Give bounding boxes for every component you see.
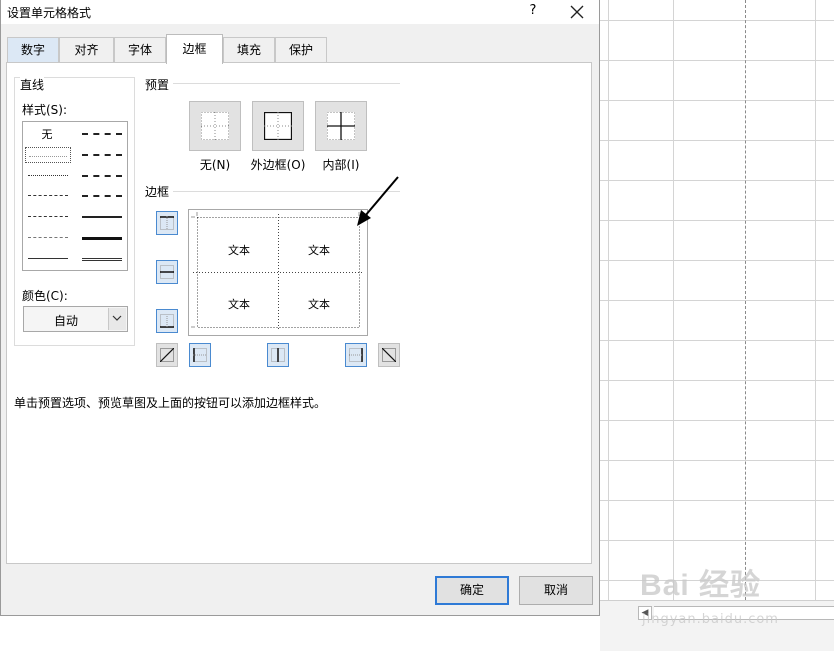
grid-row-line <box>600 100 834 101</box>
watermark-logo: Bai 经验 <box>640 569 762 602</box>
tab-number[interactable]: 数字 <box>7 37 59 63</box>
tab-fill[interactable]: 填充 <box>223 37 275 63</box>
style-option[interactable] <box>79 187 125 203</box>
border-middle-vertical-icon <box>271 348 285 362</box>
style-none-option[interactable]: 无 <box>23 126 71 142</box>
grid-column-line <box>673 0 674 600</box>
style-option[interactable] <box>79 208 125 224</box>
preset-inside-label: 内部(I) <box>322 158 360 172</box>
color-value: 自动 <box>53 314 78 328</box>
style-option[interactable] <box>25 167 71 183</box>
border-diagonal-up-icon <box>160 348 174 362</box>
preview-cell-text: 文本 <box>308 298 330 311</box>
grid-row-line <box>600 420 834 421</box>
color-dropdown[interactable]: 自动 <box>23 306 128 332</box>
border-outline-icon <box>263 111 293 141</box>
border-right-icon <box>349 348 363 362</box>
style-option[interactable] <box>25 187 71 203</box>
border-diagonal-up-button[interactable] <box>156 343 178 367</box>
border-inside-icon <box>327 112 355 140</box>
arrow-annotation-icon <box>357 176 399 226</box>
grid-row-line <box>600 180 834 181</box>
close-icon <box>570 5 584 19</box>
cancel-button[interactable]: 取消 <box>519 576 593 605</box>
page-break-line <box>745 0 746 600</box>
grid-row-line <box>600 220 834 221</box>
border-middle-horizontal-icon <box>160 265 174 279</box>
border-none-icon <box>201 112 229 140</box>
preview-cell-text: 文本 <box>308 244 330 257</box>
border-right-button[interactable] <box>345 343 367 367</box>
help-button[interactable]: ? <box>523 2 543 22</box>
line-group-label: 直线 <box>20 76 45 93</box>
preview-cell-text: 文本 <box>228 298 250 311</box>
border-middle-horizontal-button[interactable] <box>156 260 178 284</box>
border-top-button[interactable] <box>156 211 178 235</box>
grid-column-line <box>815 0 816 600</box>
grid-row-line <box>600 140 834 141</box>
border-group-label: 边框 <box>145 183 174 200</box>
border-bottom-button[interactable] <box>156 309 178 333</box>
presets-divider <box>146 83 400 84</box>
border-left-button[interactable] <box>189 343 211 367</box>
border-top-icon <box>160 216 174 230</box>
grid-row-line <box>600 340 834 341</box>
style-option[interactable] <box>25 208 71 224</box>
style-option-selected[interactable] <box>25 147 71 163</box>
baidu-watermark: Bai 经验 jingyan.baidu.com <box>640 560 790 640</box>
dialog-title: 设置单元格格式 <box>7 6 92 20</box>
style-option[interactable] <box>79 167 125 183</box>
preview-grid <box>191 212 364 331</box>
preset-outline-button[interactable] <box>252 101 304 151</box>
border-middle-vertical-button[interactable] <box>267 343 289 367</box>
style-option[interactable] <box>79 125 125 141</box>
tab-protection[interactable]: 保护 <box>275 37 327 63</box>
style-option[interactable] <box>79 146 125 162</box>
format-cells-dialog: 设置单元格格式 ? 数字 对齐 字体 边框 填充 保护 直线 样式(S): 无 <box>0 0 600 616</box>
grid-row-line <box>600 500 834 501</box>
hint-text: 单击预置选项、预览草图及上面的按钮可以添加边框样式。 <box>14 396 327 410</box>
grid-row-line <box>600 380 834 381</box>
preset-none-button[interactable] <box>189 101 241 151</box>
preset-outline-label: 外边框(O) <box>250 158 306 172</box>
grid-column-line <box>608 0 609 600</box>
preview-cell-text: 文本 <box>228 244 250 257</box>
border-diagonal-down-icon <box>382 348 396 362</box>
tab-alignment[interactable]: 对齐 <box>59 37 114 63</box>
watermark-url: jingyan.baidu.com <box>642 612 779 627</box>
chevron-down-icon[interactable] <box>108 308 126 330</box>
style-option[interactable] <box>79 250 125 266</box>
color-label: 颜色(C): <box>22 287 68 304</box>
preset-none-label: 无(N) <box>199 158 231 172</box>
grid-row-line <box>600 540 834 541</box>
border-diagonal-down-button[interactable] <box>378 343 400 367</box>
grid-row-line <box>600 460 834 461</box>
style-option[interactable] <box>25 229 71 245</box>
line-style-list[interactable]: 无 <box>22 121 128 271</box>
style-option[interactable] <box>79 229 125 245</box>
close-button[interactable] <box>563 1 591 23</box>
border-bottom-icon <box>160 314 174 328</box>
style-option[interactable] <box>25 250 71 266</box>
grid-row-line <box>600 20 834 21</box>
ok-button[interactable]: 确定 <box>435 576 509 605</box>
presets-group-label: 预置 <box>145 76 174 93</box>
preset-inside-button[interactable] <box>315 101 367 151</box>
dialog-titlebar: 设置单元格格式 ? <box>1 0 599 24</box>
grid-row-line <box>600 60 834 61</box>
grid-row-line <box>600 260 834 261</box>
tab-font[interactable]: 字体 <box>114 37 166 63</box>
style-label: 样式(S): <box>22 101 68 118</box>
spreadsheet-background: ◀ <box>600 0 834 651</box>
border-preview[interactable]: 文本 文本 文本 文本 <box>188 209 368 336</box>
border-left-icon <box>193 348 207 362</box>
tab-border[interactable]: 边框 <box>166 34 223 64</box>
grid-row-line <box>600 300 834 301</box>
